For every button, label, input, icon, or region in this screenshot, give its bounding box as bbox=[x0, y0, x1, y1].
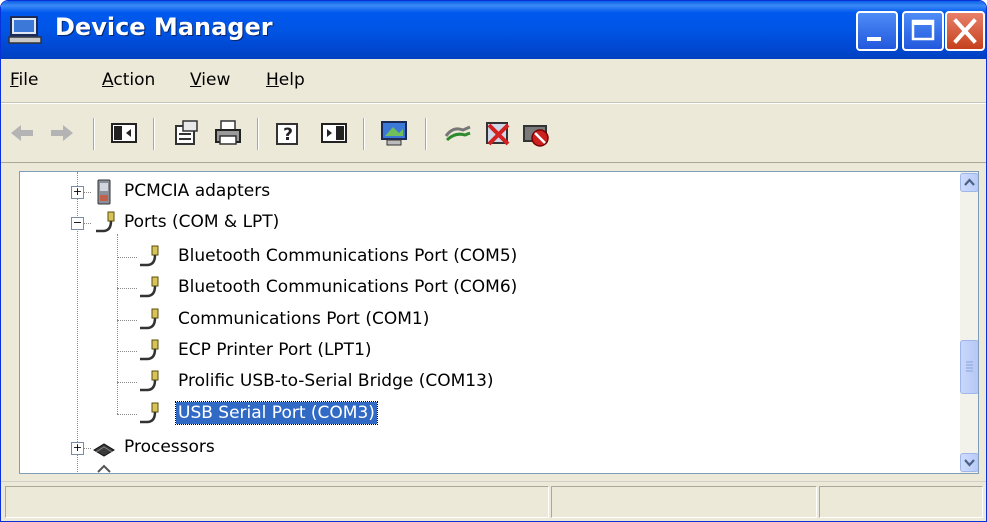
close-button[interactable] bbox=[945, 11, 985, 51]
device-tree[interactable]: + PCMCIA adapters − Ports (COM & LPT) Bl… bbox=[19, 171, 979, 474]
menu-file-label: ile bbox=[18, 70, 39, 90]
status-pane-3 bbox=[819, 486, 983, 518]
minimize-button[interactable] bbox=[856, 11, 898, 51]
port-plug-icon bbox=[140, 308, 159, 330]
menu-help-label: elp bbox=[278, 70, 305, 90]
tree-connector bbox=[117, 234, 118, 414]
port-plug-icon bbox=[140, 370, 159, 392]
help-icon[interactable]: ? bbox=[273, 118, 303, 148]
disable-icon[interactable] bbox=[521, 118, 551, 148]
device-manager-window: Device Manager File Action View Help ? +… bbox=[0, 0, 987, 522]
tree-item-pcmcia-adapters[interactable]: PCMCIA adapters bbox=[122, 180, 272, 202]
tree-connector bbox=[117, 288, 137, 289]
tree-item-communications-com1[interactable]: Communications Port (COM1) bbox=[176, 308, 431, 330]
scroll-up-button[interactable] bbox=[960, 173, 978, 192]
scroll-down-button[interactable] bbox=[960, 453, 978, 472]
tree-item-bluetooth-com5[interactable]: Bluetooth Communications Port (COM5) bbox=[176, 245, 519, 267]
close-icon bbox=[953, 18, 977, 44]
chevron-up-icon bbox=[964, 178, 975, 186]
pcmcia-card-icon bbox=[97, 179, 111, 205]
tree-connector bbox=[117, 414, 137, 415]
properties-icon[interactable] bbox=[171, 118, 201, 148]
menu-bar: File Action View Help bbox=[1, 59, 986, 103]
port-plug-icon bbox=[140, 339, 159, 361]
chevron-down-icon bbox=[964, 459, 975, 467]
forward-arrow-icon[interactable] bbox=[47, 118, 77, 148]
menu-view-label: iew bbox=[201, 70, 231, 90]
menu-help[interactable]: Help bbox=[266, 70, 305, 90]
status-pane-main bbox=[5, 486, 549, 518]
tree-connector bbox=[117, 382, 137, 383]
tree-item-usb-serial-com3[interactable]: USB Serial Port (COM3) bbox=[175, 401, 378, 425]
status-bar bbox=[1, 481, 986, 521]
vertical-scrollbar[interactable] bbox=[960, 172, 978, 473]
update-driver-icon[interactable] bbox=[443, 118, 473, 148]
menu-view-mnemonic: V bbox=[190, 70, 202, 90]
show-hide-console-tree-icon[interactable] bbox=[109, 118, 139, 148]
menu-file-mnemonic: F bbox=[10, 70, 19, 90]
tree-connector bbox=[117, 320, 137, 321]
port-plug-icon bbox=[96, 211, 115, 233]
scroll-thumb[interactable] bbox=[960, 340, 978, 394]
maximize-button[interactable] bbox=[902, 11, 944, 51]
port-plug-icon bbox=[140, 245, 159, 267]
toolbar-separator bbox=[153, 118, 155, 150]
tree-item-prolific-com13[interactable]: Prolific USB-to-Serial Bridge (COM13) bbox=[176, 370, 496, 392]
tree-item-bluetooth-com6[interactable]: Bluetooth Communications Port (COM6) bbox=[176, 276, 519, 298]
minimize-icon bbox=[867, 37, 881, 41]
show-hide-action-pane-icon[interactable] bbox=[319, 118, 349, 148]
port-plug-icon bbox=[140, 276, 159, 298]
uninstall-icon[interactable] bbox=[483, 118, 513, 148]
processor-chip-icon bbox=[93, 443, 115, 457]
menu-action[interactable]: Action bbox=[102, 70, 155, 90]
window-title: Device Manager bbox=[55, 13, 273, 41]
toolbar-separator bbox=[363, 118, 365, 150]
expand-toggle[interactable]: + bbox=[71, 186, 84, 199]
toolbar-separator bbox=[425, 118, 427, 150]
print-icon[interactable] bbox=[213, 118, 243, 148]
tree-item-ports[interactable]: Ports (COM & LPT) bbox=[122, 211, 281, 233]
partial-device-icon bbox=[97, 464, 111, 473]
menu-action-mnemonic: A bbox=[102, 70, 114, 90]
toolbar-separator bbox=[93, 118, 95, 150]
menu-view[interactable]: View bbox=[190, 70, 230, 90]
menu-help-mnemonic: H bbox=[266, 70, 279, 90]
menu-file[interactable]: File bbox=[10, 70, 38, 90]
tree-item-ecp-printer-lpt1[interactable]: ECP Printer Port (LPT1) bbox=[176, 339, 374, 361]
svg-text:?: ? bbox=[283, 125, 293, 145]
status-pane-2 bbox=[551, 486, 817, 518]
back-arrow-icon[interactable] bbox=[7, 118, 37, 148]
maximize-icon bbox=[911, 19, 935, 41]
collapse-toggle[interactable]: − bbox=[71, 217, 84, 230]
port-plug-icon bbox=[140, 402, 159, 424]
toolbar-separator bbox=[257, 118, 259, 150]
toolbar: ? bbox=[1, 103, 986, 163]
title-bar[interactable]: Device Manager bbox=[1, 1, 986, 59]
tree-connector bbox=[117, 351, 137, 352]
menu-action-label: ction bbox=[113, 70, 156, 90]
tree-connector bbox=[117, 257, 137, 258]
grip-icon bbox=[966, 361, 973, 372]
computer-icon bbox=[8, 16, 42, 44]
expand-toggle[interactable]: + bbox=[71, 442, 84, 455]
tree-item-processors[interactable]: Processors bbox=[122, 436, 217, 458]
scan-hardware-icon[interactable] bbox=[379, 118, 409, 148]
